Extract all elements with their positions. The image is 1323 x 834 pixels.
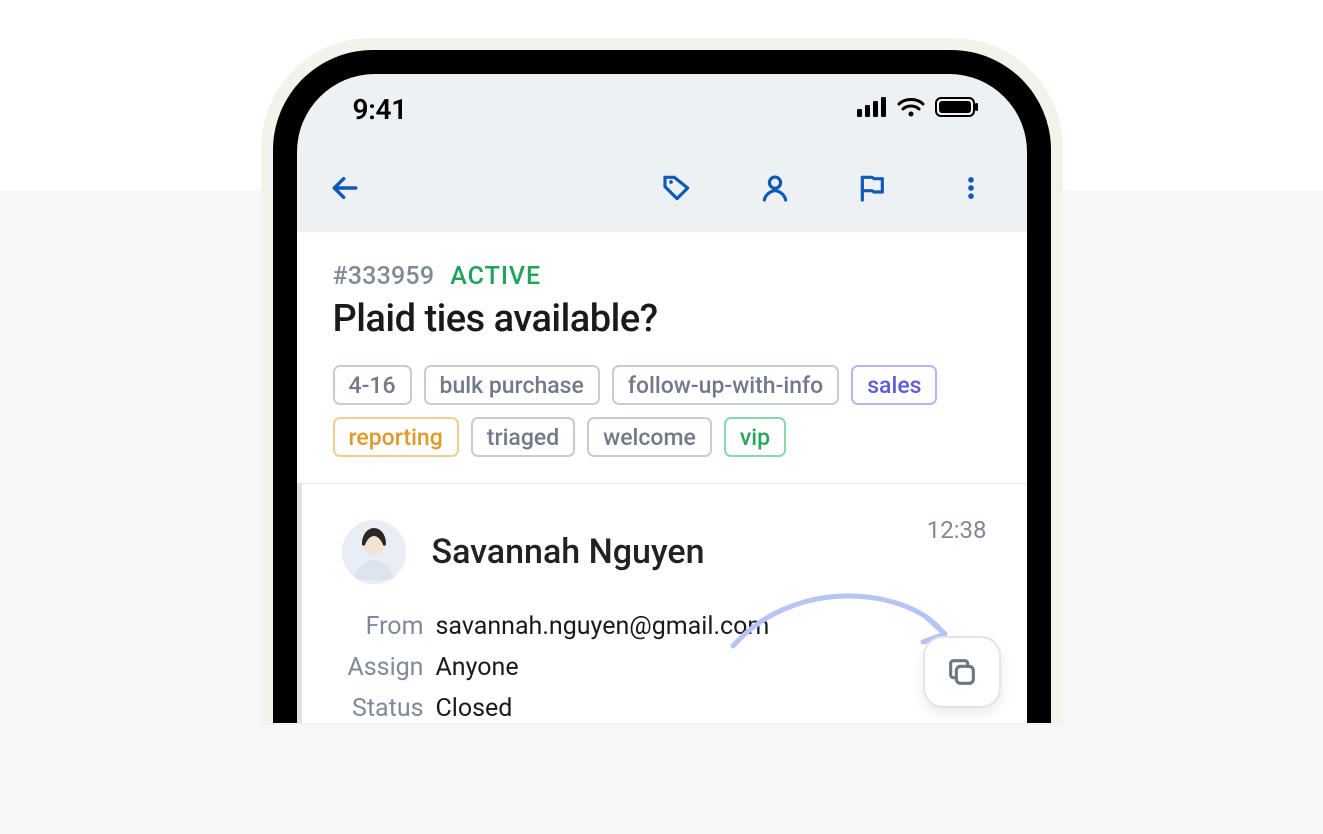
flag-button[interactable] xyxy=(857,172,889,204)
ticket-status-badge: ACTIVE xyxy=(450,262,541,291)
tag-button[interactable] xyxy=(661,172,693,204)
meta-from-value[interactable]: savannah.nguyen@gmail.com xyxy=(436,612,987,641)
tag-item[interactable]: sales xyxy=(851,365,937,405)
tag-item[interactable]: welcome xyxy=(587,417,712,457)
battery-icon xyxy=(935,97,979,121)
ticket-content: #333959 ACTIVE Plaid ties available? 4-1… xyxy=(297,232,1027,723)
sender-name: Savannah Nguyen xyxy=(432,532,705,572)
clock-time: 9:41 xyxy=(353,93,407,126)
message-meta: From savannah.nguyen@gmail.com Assign An… xyxy=(342,612,987,723)
message-time: 12:38 xyxy=(927,516,987,544)
message-card: Savannah Nguyen 12:38 From savannah.nguy… xyxy=(297,484,1027,723)
tag-item[interactable]: vip xyxy=(724,417,786,457)
tag-item[interactable]: reporting xyxy=(333,417,459,457)
status-icons xyxy=(857,97,979,121)
ticket-title: Plaid ties available? xyxy=(333,297,991,341)
back-button[interactable] xyxy=(329,172,361,204)
phone-screen: 9:41 xyxy=(297,74,1027,723)
ticket-header: #333959 ACTIVE Plaid ties available? 4-1… xyxy=(297,232,1027,484)
copy-email-button[interactable] xyxy=(923,636,1001,708)
tag-item[interactable]: triaged xyxy=(471,417,575,457)
tag-list: 4-16 bulk purchase follow-up-with-info s… xyxy=(333,365,991,457)
sender-avatar[interactable] xyxy=(342,520,406,584)
ticket-id: #333959 xyxy=(333,262,435,291)
meta-status-label: Status xyxy=(342,694,432,723)
meta-assign-value[interactable]: Anyone xyxy=(436,653,987,682)
status-bar: 9:41 xyxy=(297,74,1027,144)
meta-from-label: From xyxy=(342,612,432,641)
cellular-icon xyxy=(857,97,887,121)
assign-person-button[interactable] xyxy=(759,172,791,204)
wifi-icon xyxy=(897,97,925,121)
meta-status-value[interactable]: Closed xyxy=(436,694,987,723)
tag-item[interactable]: follow-up-with-info xyxy=(612,365,839,405)
meta-assign-label: Assign xyxy=(342,653,432,682)
phone-frame: 9:41 xyxy=(261,38,1063,723)
more-menu-button[interactable] xyxy=(955,172,987,204)
tag-item[interactable]: 4-16 xyxy=(333,365,412,405)
tag-item[interactable]: bulk purchase xyxy=(424,365,600,405)
toolbar xyxy=(297,144,1027,232)
